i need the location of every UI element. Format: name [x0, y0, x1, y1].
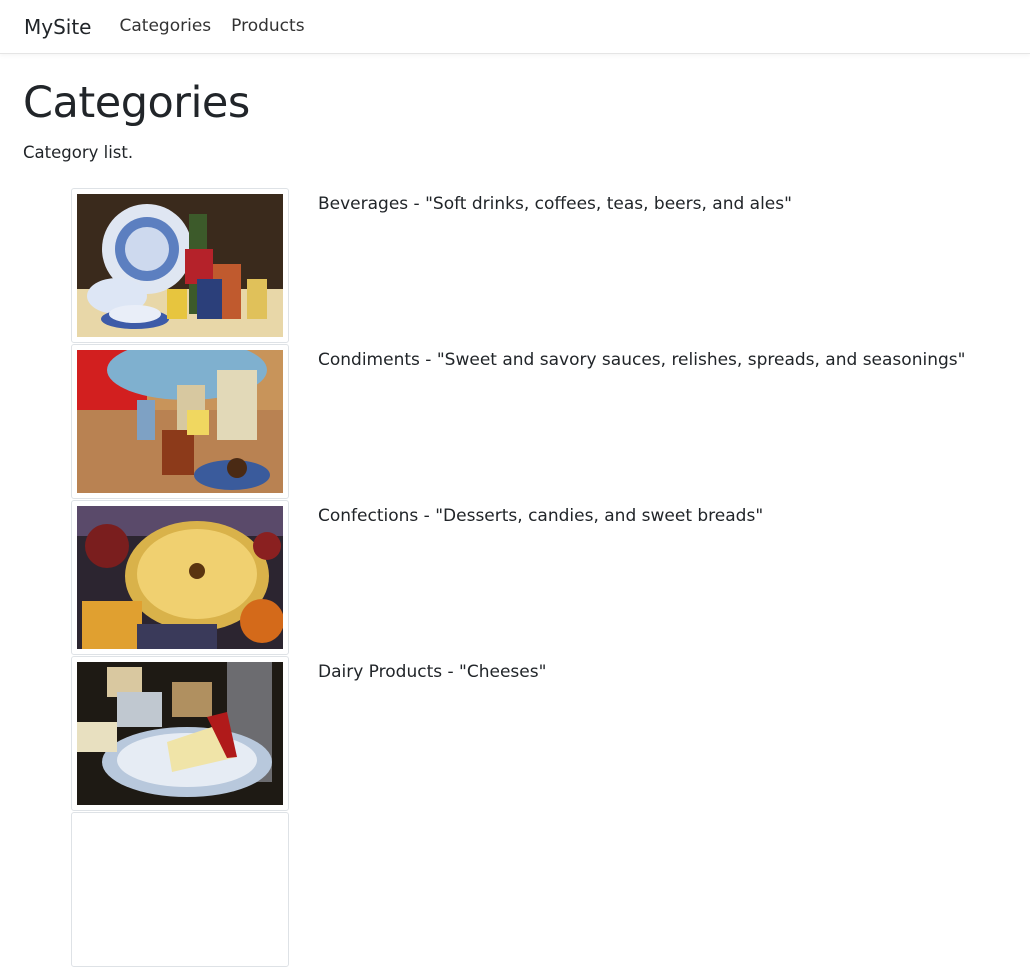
- category-description: "Soft drinks, coffees, teas, beers, and …: [425, 194, 792, 214]
- page-title: Categories: [23, 78, 250, 128]
- category-name: Condiments: [318, 350, 420, 370]
- category-description: "Cheeses": [459, 662, 547, 682]
- beverages-photo: [77, 194, 283, 337]
- category-description: "Desserts, candies, and sweet breads": [435, 506, 764, 526]
- category-thumbnail[interactable]: [71, 188, 289, 343]
- category-row: Condiments - "Sweet and savory sauces, r…: [0, 344, 1030, 500]
- brand-link[interactable]: MySite: [24, 17, 92, 37]
- confections-photo: [77, 506, 283, 649]
- category-thumbnail[interactable]: [71, 656, 289, 811]
- category-text: Condiments - "Sweet and savory sauces, r…: [318, 350, 966, 370]
- category-list: Beverages - "Soft drinks, coffees, teas,…: [0, 188, 1030, 968]
- main-content: Categories Category list.: [0, 82, 1030, 163]
- category-text: Confections - "Desserts, candies, and sw…: [318, 506, 764, 526]
- category-name: Dairy Products: [318, 662, 443, 682]
- navbar: MySite Categories Products: [0, 0, 1030, 54]
- category-thumbnail[interactable]: [71, 344, 289, 499]
- dairy-products-photo: [77, 662, 283, 805]
- category-name: Beverages: [318, 194, 409, 214]
- category-description: "Sweet and savory sauces, relishes, spre…: [436, 350, 966, 370]
- category-text: Dairy Products - "Cheeses": [318, 662, 547, 682]
- nav-link-products[interactable]: Products: [231, 18, 304, 35]
- category-name: Confections: [318, 506, 419, 526]
- category-row: Dairy Products - "Cheeses": [0, 656, 1030, 812]
- category-thumbnail[interactable]: [71, 500, 289, 655]
- nav-link-categories[interactable]: Categories: [120, 18, 212, 35]
- category-thumbnail[interactable]: [71, 812, 289, 967]
- category-row: Beverages - "Soft drinks, coffees, teas,…: [0, 188, 1030, 344]
- condiments-photo: [77, 350, 283, 493]
- category-row: Confections - "Desserts, candies, and sw…: [0, 500, 1030, 656]
- category-row: [0, 812, 1030, 968]
- category-text: Beverages - "Soft drinks, coffees, teas,…: [318, 194, 792, 214]
- page-subtitle: Category list.: [23, 143, 134, 162]
